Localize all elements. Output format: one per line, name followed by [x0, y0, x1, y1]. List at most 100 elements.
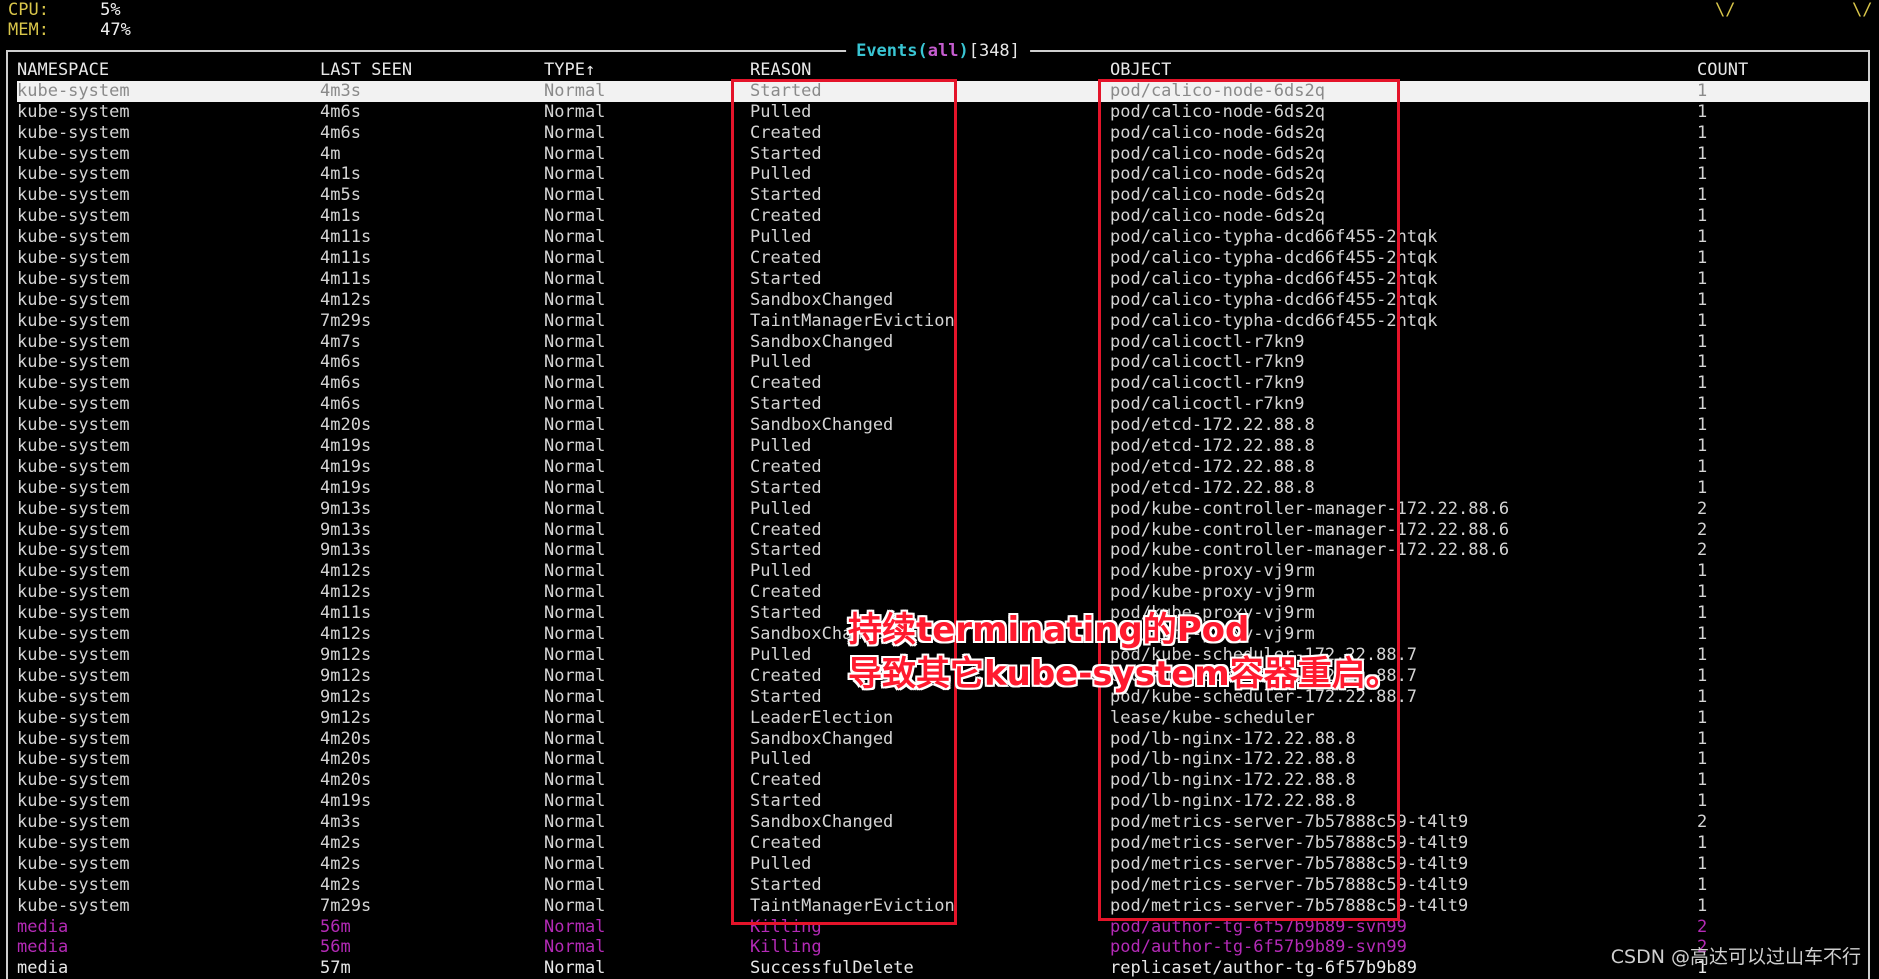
table-row[interactable]: kube-system 4m1s Normal Created pod/calico-n…: [17, 206, 1870, 227]
cell-count: 1: [1697, 394, 1708, 415]
table-row[interactable]: kube-system 4m6s Normal Pulled pod/calicoctl…: [17, 352, 1870, 373]
panel-title-filter: all: [927, 41, 959, 61]
table-row[interactable]: kube-system 4m19s Normal Started pod/lb-ngin…: [17, 791, 1870, 812]
cell-namespace: kube-system: [17, 101, 130, 122]
cell-last-seen: 4m: [320, 143, 341, 164]
cell-reason: Created: [750, 456, 822, 477]
cell-object: pod/metrics-server-7b57888c59-t4lt9: [1110, 874, 1469, 895]
cell-last-seen: 4m6s: [320, 122, 361, 143]
table-row[interactable]: kube-system 9m13s Normal Started pod/kube-co…: [17, 540, 1870, 561]
cell-type: Normal: [544, 331, 606, 352]
col-object[interactable]: OBJECT: [1110, 60, 1171, 81]
cell-namespace: kube-system: [17, 582, 130, 603]
cell-reason: Created: [750, 665, 822, 686]
table-row[interactable]: kube-system 9m12s Normal LeaderElection leas…: [17, 708, 1870, 729]
table-row[interactable]: kube-system 4m3s Normal Started pod/calico-n…: [17, 80, 1870, 102]
cell-count: 1: [1697, 895, 1708, 916]
panel-title: Events(all)[348]: [846, 40, 1030, 62]
cell-reason: Started: [750, 394, 822, 415]
cell-namespace: kube-system: [17, 143, 130, 164]
col-reason[interactable]: REASON: [750, 60, 811, 81]
cell-count: 1: [1697, 185, 1708, 206]
cell-reason: Pulled: [750, 498, 812, 519]
cell-last-seen: 56m: [320, 937, 351, 958]
cell-count: 1: [1697, 122, 1708, 143]
cell-count: 1: [1697, 456, 1708, 477]
panel-title-name: Events: [856, 41, 918, 61]
table-row[interactable]: kube-system 9m13s Normal Pulled pod/kube-con…: [17, 499, 1870, 520]
table-row[interactable]: kube-system 4m19s Normal Started pod/etcd-17…: [17, 478, 1870, 499]
cell-count: 1: [1697, 289, 1708, 310]
cell-object: pod/calico-node-6ds2q: [1110, 80, 1325, 101]
table-row[interactable]: kube-system 4m2s Normal Created pod/metrics-…: [17, 833, 1870, 854]
table-row[interactable]: kube-system 4m6s Normal Created pod/calico-n…: [17, 123, 1870, 144]
cell-reason: SandboxChanged: [750, 331, 894, 352]
table-header: NAMESPACE LAST SEEN TYPE↑ REASON OBJECT …: [17, 60, 1870, 81]
cell-namespace: kube-system: [17, 415, 130, 436]
table-row[interactable]: kube-system 7m29s Normal TaintManagerEvicti…: [17, 311, 1870, 332]
table-row[interactable]: kube-system 4m6s Normal Created pod/calicoct…: [17, 373, 1870, 394]
table-row[interactable]: kube-system 4m20s Normal SandboxChanged pod/…: [17, 415, 1870, 436]
table-row[interactable]: kube-system 4m2s Normal Started pod/metrics-…: [17, 875, 1870, 896]
table-row[interactable]: media 57m Normal SuccessfulDelete replicaset…: [17, 958, 1870, 979]
table-body: kube-system 4m3s Normal Started pod/calico-n…: [17, 80, 1870, 979]
table-row[interactable]: kube-system 4m6s Normal Started pod/calicoct…: [17, 394, 1870, 415]
cell-last-seen: 9m12s: [320, 686, 372, 707]
panel-title-count: [348]: [968, 41, 1020, 61]
table-row[interactable]: kube-system 4m12s Normal SandboxChanged pod/…: [17, 290, 1870, 311]
table-row[interactable]: kube-system 4m5s Normal Started pod/calico-n…: [17, 185, 1870, 206]
table-row[interactable]: kube-system 4m11s Normal Created pod/calico-…: [17, 248, 1870, 269]
table-row[interactable]: kube-system 7m29s Normal TaintManagerEvicti…: [17, 896, 1870, 917]
cell-object: pod/metrics-server-7b57888c59-t4lt9: [1110, 812, 1469, 833]
table-row[interactable]: kube-system 4m20s Normal Created pod/lb-ngin…: [17, 770, 1870, 791]
col-namespace[interactable]: NAMESPACE: [17, 60, 109, 81]
col-last-seen[interactable]: LAST SEEN: [320, 60, 412, 81]
cell-type: Normal: [544, 582, 606, 603]
table-row[interactable]: kube-system 4m20s Normal SandboxChanged pod/…: [17, 729, 1870, 750]
cell-count: 1: [1697, 352, 1708, 373]
annotation-line-2: 导致其它kube-system容器重启。: [848, 654, 1400, 694]
cell-namespace: kube-system: [17, 122, 130, 143]
cell-last-seen: 4m12s: [320, 289, 372, 310]
table-row[interactable]: kube-system 9m13s Normal Created pod/kube-co…: [17, 520, 1870, 541]
watermark: CSDN @高达可以过山车不行: [1610, 946, 1861, 968]
cell-last-seen: 4m5s: [320, 185, 361, 206]
cell-type: Normal: [544, 206, 606, 227]
cell-type: Normal: [544, 80, 606, 101]
table-row[interactable]: kube-system 4m11s Normal Pulled pod/calico-t…: [17, 227, 1870, 248]
table-row[interactable]: media 56m Normal Killing pod/author-tg-6f57b…: [17, 917, 1870, 938]
col-count[interactable]: COUNT: [1697, 60, 1748, 81]
cell-type: Normal: [544, 791, 606, 812]
table-row[interactable]: kube-system 4m19s Normal Pulled pod/etcd-172…: [17, 436, 1870, 457]
cell-reason: Pulled: [750, 644, 812, 665]
table-row[interactable]: kube-system 4m7s Normal SandboxChanged pod/c…: [17, 332, 1870, 353]
cell-type: Normal: [544, 958, 606, 979]
cell-reason: Pulled: [750, 436, 812, 457]
cell-reason: Started: [750, 540, 822, 561]
table-row[interactable]: kube-system 4m12s Normal Created pod/kube-pr…: [17, 582, 1870, 603]
table-row[interactable]: kube-system 4m11s Normal Started pod/calico-…: [17, 269, 1870, 290]
cell-reason: Started: [750, 686, 822, 707]
cell-reason: SandboxChanged: [750, 289, 894, 310]
cell-object: pod/etcd-172.22.88.8: [1110, 456, 1315, 477]
cell-reason: Started: [750, 603, 822, 624]
cell-count: 1: [1697, 143, 1708, 164]
cell-namespace: kube-system: [17, 644, 130, 665]
mem-label: MEM:: [8, 20, 49, 40]
table-row[interactable]: kube-system 4m1s Normal Pulled pod/calico-no…: [17, 164, 1870, 185]
table-row[interactable]: kube-system 4m3s Normal SandboxChanged pod/m…: [17, 812, 1870, 833]
col-type[interactable]: TYPE↑: [544, 60, 595, 81]
cell-namespace: kube-system: [17, 248, 130, 269]
table-row[interactable]: kube-system 4m6s Normal Pulled pod/calico-no…: [17, 102, 1870, 123]
table-row[interactable]: kube-system 4m2s Normal Pulled pod/metrics-s…: [17, 854, 1870, 875]
table-row[interactable]: kube-system 4m Normal Started pod/calico-nod…: [17, 144, 1870, 165]
table-row[interactable]: kube-system 4m12s Normal Pulled pod/kube-pro…: [17, 561, 1870, 582]
cell-last-seen: 4m19s: [320, 436, 372, 457]
cell-last-seen: 4m2s: [320, 832, 361, 853]
table-row[interactable]: media 56m Normal Killing pod/author-tg-6f57b…: [17, 937, 1870, 958]
table-row[interactable]: kube-system 4m20s Normal Pulled pod/lb-nginx…: [17, 749, 1870, 770]
table-row[interactable]: kube-system 4m19s Normal Created pod/etcd-17…: [17, 457, 1870, 478]
cpu-value: 5%: [100, 0, 121, 20]
annotation-line-1: 持续terminating的Pod: [848, 610, 1250, 650]
cell-type: Normal: [544, 853, 606, 874]
